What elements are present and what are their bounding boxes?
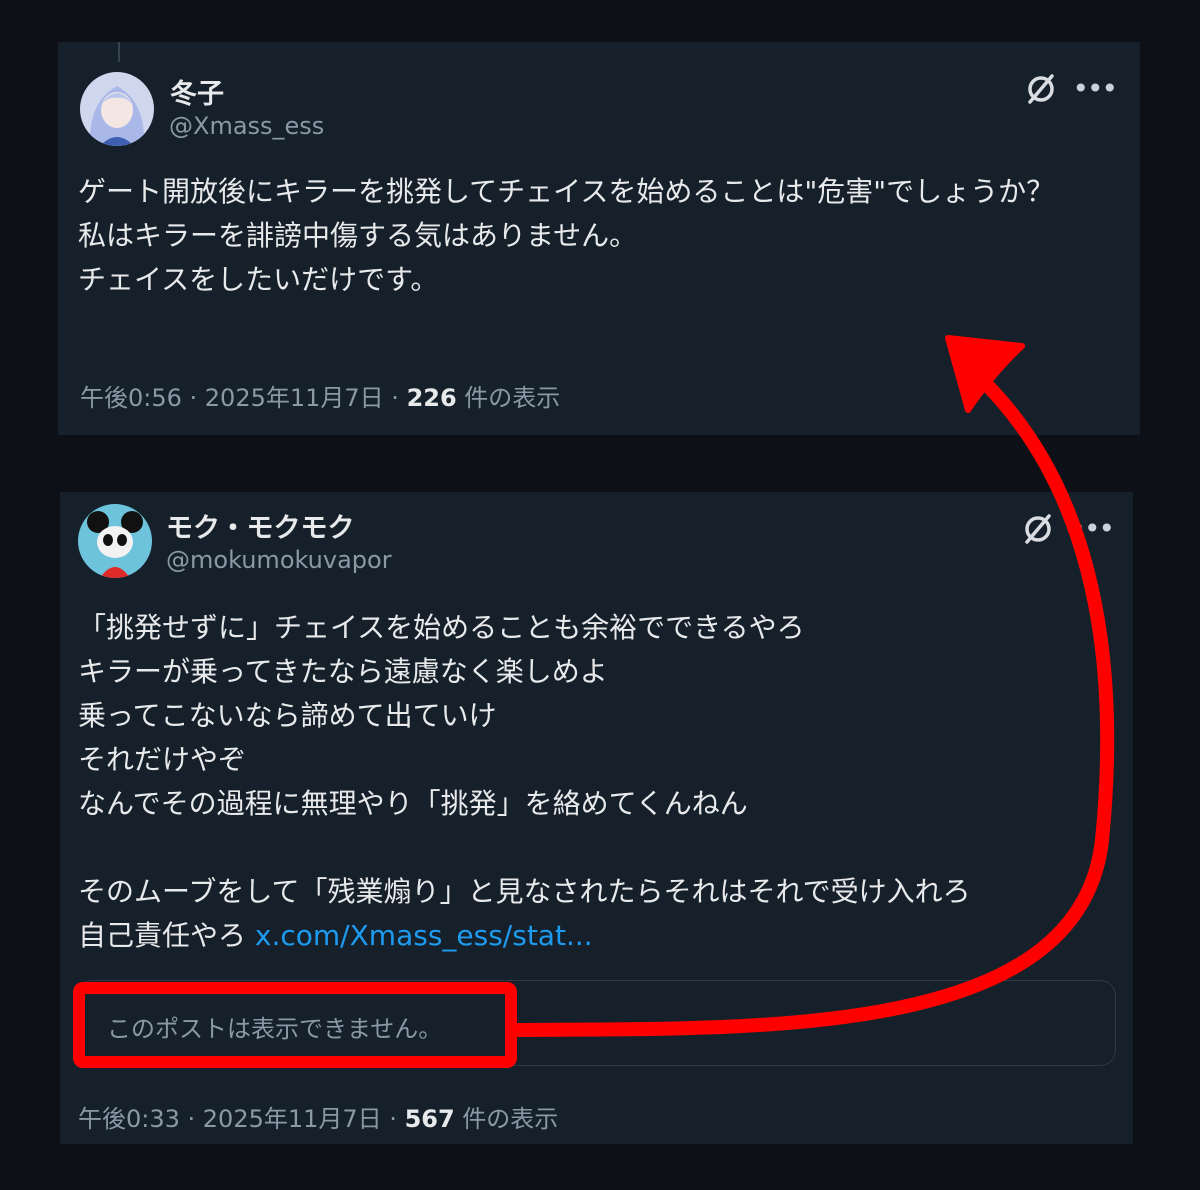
author-handle[interactable]: @mokumokuvapor	[166, 546, 392, 574]
author-name[interactable]: モク・モクモク	[166, 506, 354, 545]
tweet-card[interactable]: 冬子 @Xmass_ess ••• ゲート開放後にキラーを挑発してチェイスを始め…	[58, 42, 1140, 435]
view-count: 567	[404, 1105, 455, 1133]
quoted-post-unavailable[interactable]: このポストは表示できません。	[76, 980, 1116, 1066]
author-name[interactable]: 冬子	[170, 72, 224, 111]
tweet-meta: 午後0:56 · 2025年11月7日 · 226 件の表示	[80, 378, 560, 413]
avatar[interactable]	[80, 72, 154, 146]
grok-icon[interactable]	[1021, 512, 1055, 546]
author-handle[interactable]: @Xmass_ess	[169, 112, 324, 140]
tweet-card[interactable]: モク・モクモク @mokumokuvapor ••• 「挑発せずに」チェイスを始…	[60, 492, 1133, 1144]
more-icon[interactable]: •••	[1069, 512, 1115, 546]
view-label: 件の表示	[456, 384, 561, 412]
tweet-text: 「挑発せずに」チェイスを始めることも余裕でできるやろ キラーが乗ってきたなら遠慮…	[78, 606, 1118, 958]
avatar[interactable]	[78, 504, 152, 578]
timestamp[interactable]: 午後0:56 · 2025年11月7日 ·	[80, 384, 407, 412]
more-icon[interactable]: •••	[1072, 72, 1118, 106]
tweet-meta: 午後0:33 · 2025年11月7日 · 567 件の表示	[78, 1099, 558, 1134]
grok-icon[interactable]	[1024, 72, 1058, 106]
tweet-text: ゲート開放後にキラーを挑発してチェイスを始めることは"危害"でしょうか？ 私はキ…	[78, 175, 1055, 296]
quoted-link[interactable]: x.com/Xmass_ess/stat...	[255, 919, 593, 952]
quote-unavailable-text: このポストは表示できません。	[107, 1015, 443, 1043]
timestamp[interactable]: 午後0:33 · 2025年11月7日 ·	[78, 1105, 405, 1133]
thread-connector	[118, 42, 120, 62]
view-label: 件の表示	[454, 1105, 559, 1133]
view-count: 226	[406, 384, 457, 412]
tweet-text-content: 「挑発せずに」チェイスを始めることも余裕でできるやろ キラーが乗ってきたなら遠慮…	[78, 611, 971, 952]
